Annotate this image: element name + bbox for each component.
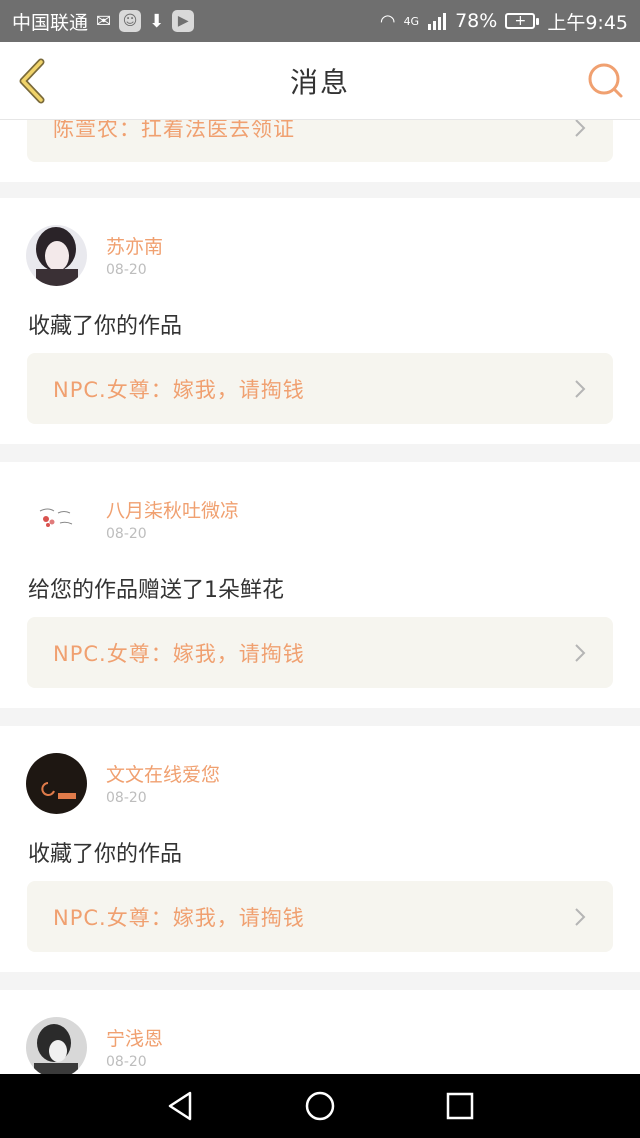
avatar[interactable]	[26, 753, 87, 814]
clock-time: 上午9:45	[547, 11, 628, 34]
system-nav-bar	[0, 1074, 640, 1138]
chevron-right-icon	[575, 907, 586, 926]
download-icon: ⬇	[149, 10, 165, 32]
work-link[interactable]: NPC.女尊：嫁我，请掏钱	[27, 353, 613, 424]
message-text: 给您的作品赠送了1朵鲜花	[28, 578, 284, 603]
work-title: 陈萱农：扛着法医去领证	[53, 120, 295, 141]
message-card: 八月柒秋吐微凉 08-20 给您的作品赠送了1朵鲜花 NPC.女尊：嫁我，请掏钱	[0, 462, 640, 708]
page-title: 消息	[289, 65, 350, 99]
username[interactable]: 苏亦南	[106, 232, 163, 259]
chevron-right-icon	[575, 379, 586, 398]
message-card: 文文在线爱您 08-20 收藏了你的作品 NPC.女尊：嫁我，请掏钱	[0, 726, 640, 972]
circle-home-icon[interactable]	[302, 1088, 338, 1124]
avatar[interactable]	[26, 489, 87, 550]
chevron-right-icon	[575, 643, 586, 662]
work-link[interactable]: NPC.女尊：嫁我，请掏钱	[27, 617, 613, 688]
work-title: NPC.女尊：嫁我，请掏钱	[53, 905, 305, 930]
message-date: 08-20	[106, 526, 147, 542]
message-text: 收藏了你的作品	[28, 842, 183, 867]
video-app-icon: ▶	[172, 10, 195, 32]
status-right: ◠ 4G 78% + 上午9:45	[380, 8, 628, 35]
search-icon[interactable]	[586, 61, 626, 101]
username[interactable]: 文文在线爱您	[106, 760, 220, 787]
network-type: 4G	[403, 14, 420, 28]
message-feed[interactable]: 陈萱农：扛着法医去领证 苏亦南 08-20 收藏了你的作品 NPC.女尊：嫁我，…	[0, 120, 640, 1074]
message-date: 08-20	[106, 1054, 147, 1070]
message-card-partial: 陈萱农：扛着法医去领证	[0, 120, 640, 182]
work-title: NPC.女尊：嫁我，请掏钱	[53, 377, 305, 402]
message-card: 苏亦南 08-20 收藏了你的作品 NPC.女尊：嫁我，请掏钱	[0, 198, 640, 444]
message-card: 宁浅恩 08-20	[0, 990, 640, 1074]
app-header: 消息	[0, 42, 640, 120]
status-left: 中国联通 ✉ ☺ ⬇ ▶	[12, 8, 195, 35]
avatar[interactable]	[26, 225, 87, 286]
square-recent-icon[interactable]	[442, 1088, 478, 1124]
avatar[interactable]	[26, 1017, 87, 1074]
username[interactable]: 宁浅恩	[106, 1024, 163, 1051]
wifi-icon: ◠	[379, 10, 396, 32]
status-bar: 中国联通 ✉ ☺ ⬇ ▶ ◠ 4G 78% + 上午9:45	[0, 0, 640, 42]
chevron-right-icon	[575, 120, 586, 137]
signal-icon	[428, 13, 447, 30]
work-link[interactable]: 陈萱农：扛着法医去领证	[27, 120, 613, 162]
chevron-left-icon[interactable]	[14, 56, 54, 106]
app-notification-icon: ☺	[119, 10, 142, 32]
message-date: 08-20	[106, 790, 147, 806]
battery-icon: +	[505, 13, 540, 29]
username[interactable]: 八月柒秋吐微凉	[106, 496, 239, 523]
work-link[interactable]: NPC.女尊：嫁我，请掏钱	[27, 881, 613, 952]
triangle-back-icon[interactable]	[162, 1088, 198, 1124]
message-text: 收藏了你的作品	[28, 314, 183, 339]
message-date: 08-20	[106, 262, 147, 278]
carrier-name: 中国联通	[12, 11, 89, 34]
battery-percent: 78%	[455, 10, 498, 32]
wechat-icon: ✉	[96, 10, 112, 32]
work-title: NPC.女尊：嫁我，请掏钱	[53, 641, 305, 666]
